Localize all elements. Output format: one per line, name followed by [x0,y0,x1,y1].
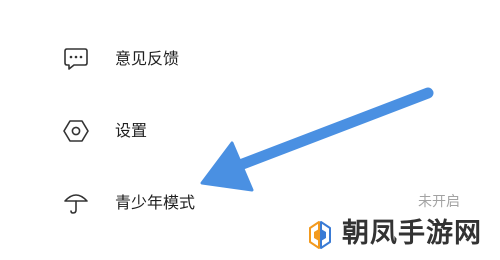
teen-mode-label: 青少年模式 [115,193,196,212]
hexagon-settings-icon [63,120,89,142]
watermark-logo [309,221,331,249]
umbrella-icon [64,194,88,214]
feedback-label: 意见反馈 [115,49,180,68]
settings-label: 设置 [115,121,148,140]
teen-mode-status: 未开启 [418,194,460,210]
feedback-row[interactable]: 意见反馈 [0,25,500,95]
watermark: 朝凤手游网 [306,214,496,254]
settings-row[interactable]: 设置 [0,96,500,166]
chat-bubble-icon [64,48,88,70]
watermark-text: 朝凤手游网 [342,218,482,249]
